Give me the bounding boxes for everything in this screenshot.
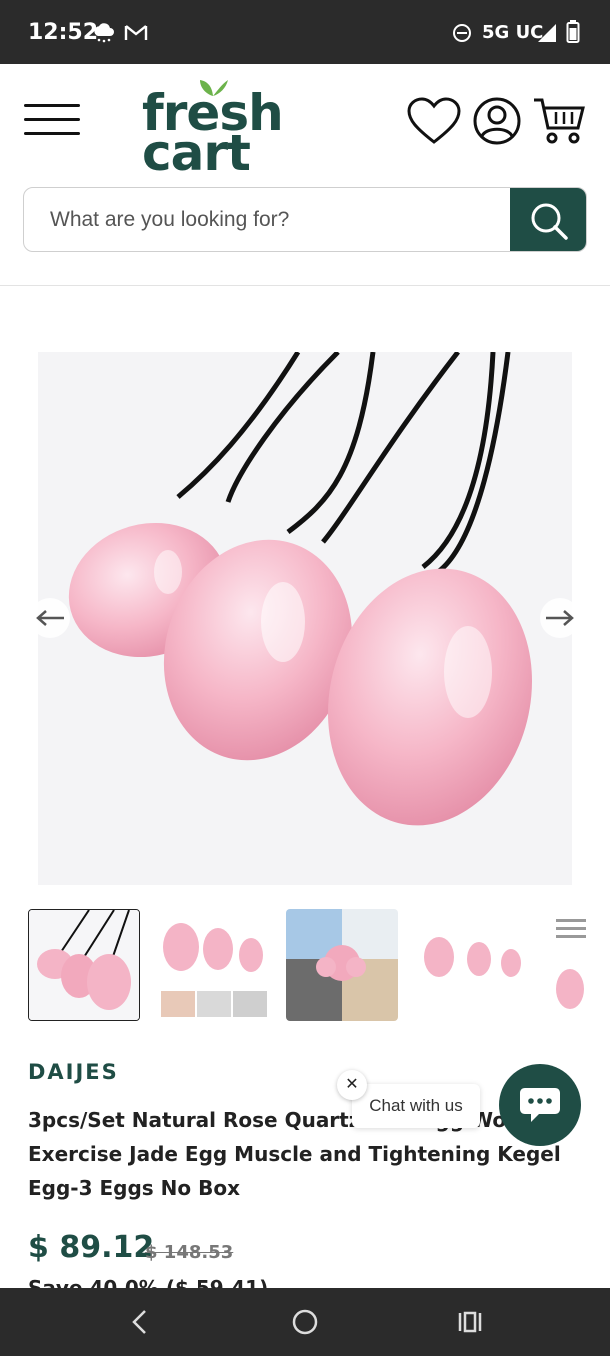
search-bar	[23, 187, 587, 252]
status-time: 12:52	[28, 20, 99, 45]
search-input[interactable]	[24, 188, 512, 251]
thumbnail-3[interactable]	[286, 909, 398, 1021]
cloud-weather-icon	[94, 23, 114, 43]
logo-word-cart: cart	[142, 124, 251, 182]
product-brand[interactable]: DAIJES	[28, 1060, 119, 1084]
cart-icon[interactable]	[532, 96, 586, 146]
product-main-image[interactable]	[38, 352, 572, 885]
chat-close-button[interactable]: ✕	[337, 1070, 367, 1100]
search-icon	[531, 203, 568, 240]
rose-quartz-eggs-image	[38, 352, 572, 885]
product-old-price: $ 148.53	[145, 1242, 234, 1263]
recents-icon[interactable]	[456, 1308, 484, 1336]
gallery-next-button[interactable]	[540, 598, 580, 638]
chat-bubble-icon	[520, 1088, 560, 1122]
arrow-right-icon	[546, 610, 574, 626]
thumbnail-strip	[28, 909, 610, 1021]
search-button[interactable]	[510, 188, 586, 251]
gmail-icon	[124, 25, 148, 40]
heart-icon[interactable]	[406, 96, 462, 146]
thumbnail-1[interactable]	[28, 909, 140, 1021]
product-price: $ 89.12	[28, 1230, 155, 1265]
thumbnail-4[interactable]	[415, 909, 527, 1021]
back-icon[interactable]	[128, 1308, 150, 1336]
system-nav-bar	[0, 1288, 610, 1356]
signal-icon	[538, 24, 556, 42]
menu-icon[interactable]	[24, 104, 80, 136]
fresh-cart-logo[interactable]: fresh cart	[140, 76, 300, 182]
do-not-disturb-icon	[453, 24, 471, 42]
arrow-left-icon	[36, 610, 64, 626]
thumbnail-5[interactable]	[544, 909, 610, 1021]
gallery-prev-button[interactable]	[30, 598, 70, 638]
product-savings: Save 40.0% ($ 59.41)	[28, 1276, 269, 1288]
network-type: 5G UC	[482, 22, 544, 43]
user-icon[interactable]	[472, 96, 522, 146]
thumbnail-2[interactable]	[157, 909, 269, 1021]
status-bar: 12:52 5G UC	[0, 0, 610, 64]
home-icon[interactable]	[291, 1308, 319, 1336]
chat-label[interactable]: Chat with us	[352, 1084, 480, 1128]
chat-button[interactable]	[499, 1064, 581, 1146]
battery-icon	[566, 20, 580, 43]
site-header: fresh cart	[0, 64, 610, 286]
